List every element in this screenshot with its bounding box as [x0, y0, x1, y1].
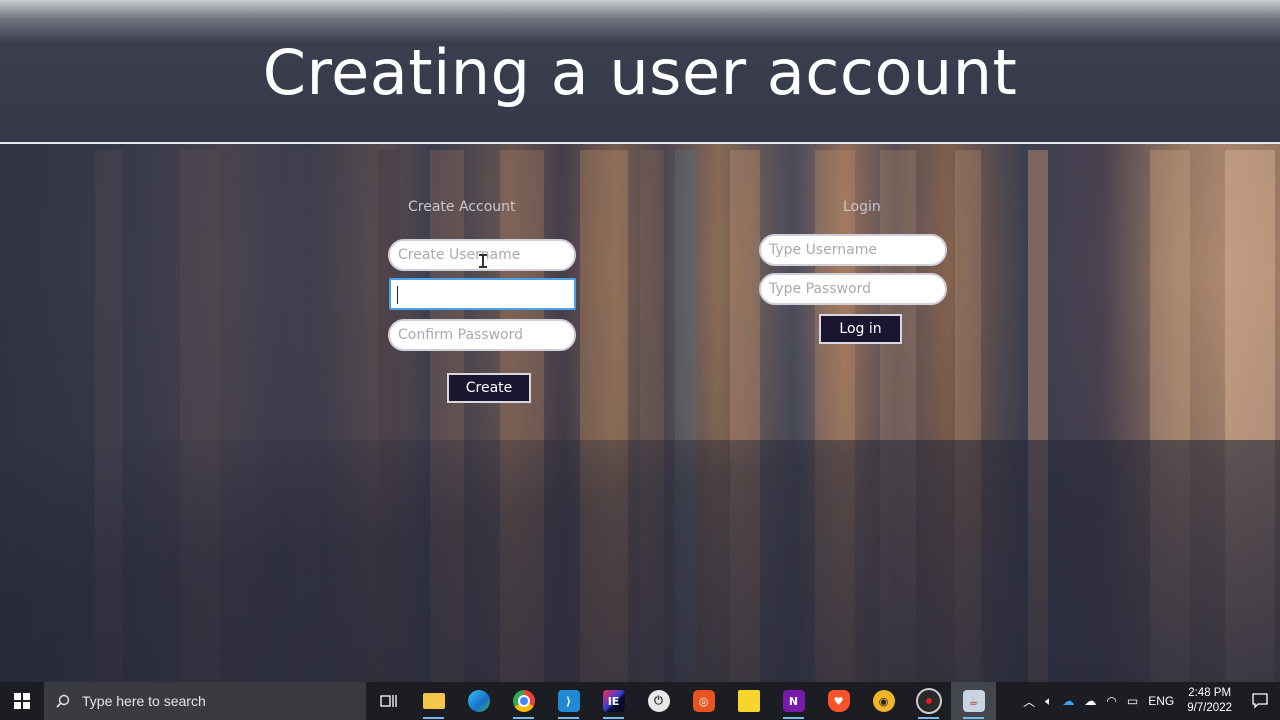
show-hidden-icons-button[interactable]: ︿	[1018, 693, 1040, 710]
clock-time: 2:48 PM	[1188, 687, 1232, 699]
task-view-button[interactable]	[366, 682, 411, 720]
power-icon: ⏻	[647, 690, 670, 712]
taskbar-search-box[interactable]: Type here to search	[44, 682, 366, 720]
file-explorer-icon	[422, 693, 445, 709]
speaker-icon: 🔈︎	[1045, 693, 1053, 708]
login-username-input[interactable]	[759, 234, 947, 266]
login-button[interactable]: Log in	[819, 314, 902, 344]
clock[interactable]: 2:48 PM 9/7/2022	[1179, 686, 1240, 716]
task-view-icon	[379, 695, 397, 707]
notification-icon	[1252, 693, 1268, 709]
onenote-icon: N	[782, 690, 805, 712]
cloud-icon: ☁︎	[1084, 694, 1097, 708]
power-button-app[interactable]: ⏻	[636, 682, 681, 720]
start-button[interactable]	[0, 682, 44, 720]
onedrive-blue-button[interactable]: ☁︎	[1057, 694, 1079, 708]
windows-logo-icon	[14, 693, 30, 709]
battery-button[interactable]: ▭	[1122, 694, 1143, 708]
sticky-notes-icon	[737, 690, 760, 712]
login-password-input[interactable]	[759, 273, 947, 305]
vscode-icon: ⟩	[557, 690, 580, 712]
page-title: Creating a user account	[262, 36, 1018, 109]
onedrive-button[interactable]: ☁︎	[1079, 694, 1101, 708]
edge-icon	[467, 690, 490, 712]
create-button[interactable]: Create	[447, 373, 531, 403]
gold-browser-button[interactable]: ◉	[861, 682, 906, 720]
volume-button[interactable]: 🔈︎	[1040, 694, 1057, 709]
create-account-heading: Create Account	[408, 199, 516, 215]
battery-icon: ▭	[1126, 694, 1139, 708]
edge-button[interactable]	[456, 682, 501, 720]
file-explorer-button[interactable]	[411, 682, 456, 720]
chrome-button[interactable]	[501, 682, 546, 720]
search-icon	[56, 694, 70, 708]
ubuntu-icon: ◎	[692, 690, 715, 712]
cloud-blue-icon: ☁︎	[1062, 694, 1075, 708]
notification-center-button[interactable]	[1240, 693, 1280, 709]
login-heading: Login	[843, 199, 881, 215]
ubuntu-button[interactable]: ◎	[681, 682, 726, 720]
wifi-icon: ◠	[1106, 694, 1117, 708]
sticky-notes-button[interactable]	[726, 682, 771, 720]
onenote-button[interactable]: N	[771, 682, 816, 720]
brave-icon: ♥	[827, 690, 850, 712]
text-caret	[397, 286, 398, 304]
gold-browser-icon: ◉	[872, 690, 895, 712]
taskbar: Type here to search ⟩ IE ⏻ ◎ N ♥ ◉ ☕ ︿ 🔈…	[0, 682, 1280, 720]
brave-button[interactable]: ♥	[816, 682, 861, 720]
vscode-button[interactable]: ⟩	[546, 682, 591, 720]
chevron-up-icon: ︿	[1023, 694, 1036, 709]
title-divider	[0, 142, 1280, 144]
chrome-icon	[512, 690, 535, 712]
java-app-icon: ☕	[962, 690, 985, 712]
java-app-button[interactable]: ☕	[951, 682, 996, 720]
system-tray: ︿ 🔈︎ ☁︎ ☁︎ ◠ ▭ ENG 2:48 PM 9/7/2022	[1018, 682, 1280, 720]
intellij-icon: IE	[602, 690, 625, 712]
network-button[interactable]: ◠	[1101, 694, 1121, 708]
screen-recorder-icon	[915, 688, 942, 714]
search-placeholder: Type here to search	[82, 693, 206, 709]
create-password-input[interactable]	[389, 278, 576, 310]
confirm-password-input[interactable]	[388, 319, 576, 351]
clock-date: 9/7/2022	[1187, 702, 1232, 714]
screen-recorder-button[interactable]	[906, 682, 951, 720]
language-indicator[interactable]: ENG	[1143, 694, 1179, 708]
intellij-button[interactable]: IE	[591, 682, 636, 720]
text-cursor-icon	[479, 254, 487, 268]
